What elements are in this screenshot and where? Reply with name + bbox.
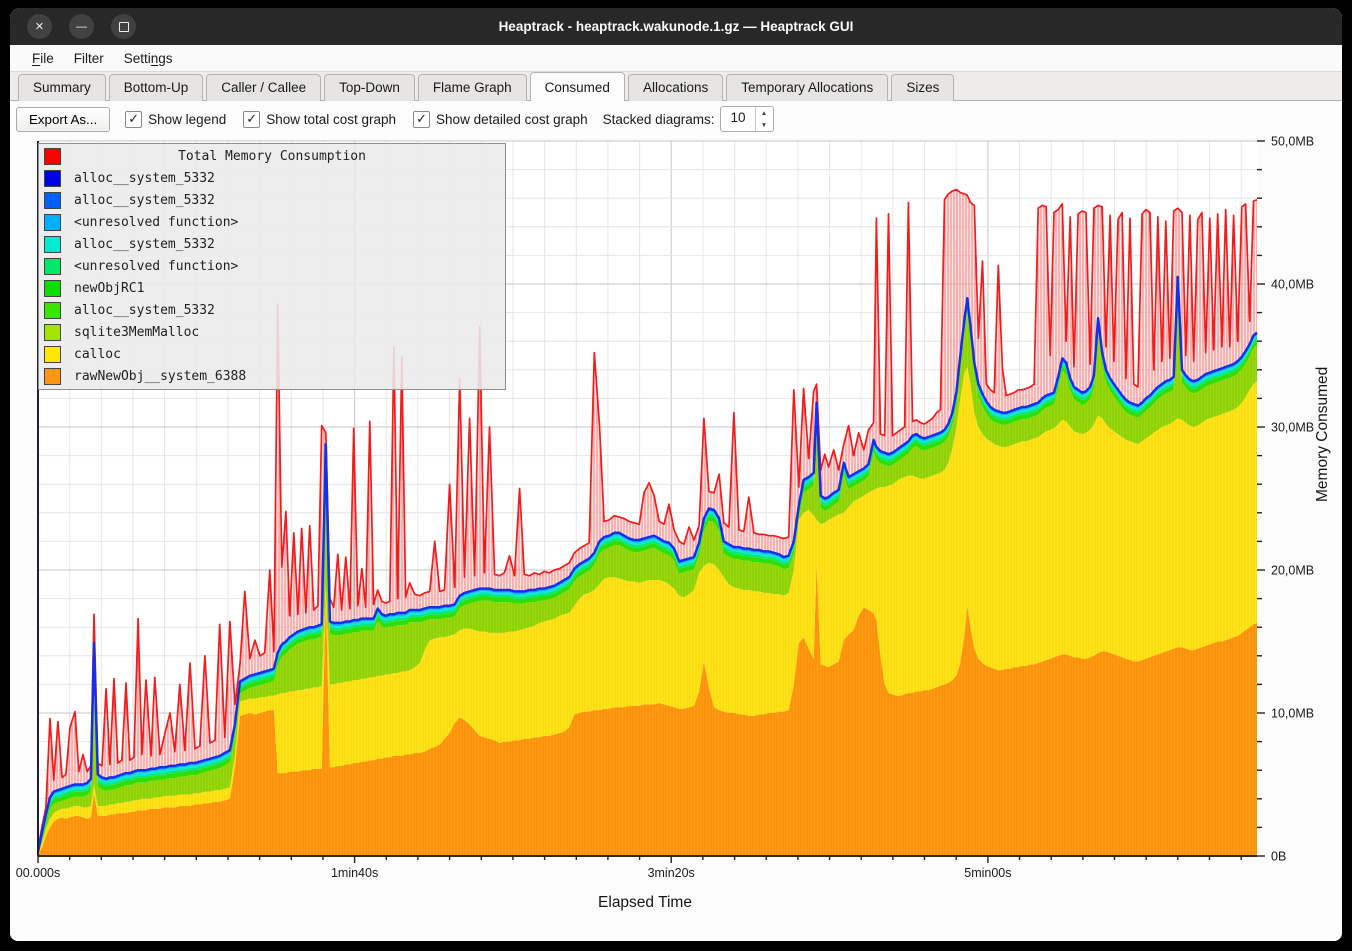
maximize-icon: [119, 22, 129, 32]
checkbox-label: Show legend: [148, 112, 226, 127]
checkbox-group: ✓ Show legend ✓ Show total cost graph ✓ Show …: [125, 111, 588, 128]
legend-item: alloc__system_5332: [39, 235, 505, 255]
toolbar: Export As... ✓ Show legend ✓ Show total cos…: [10, 101, 1342, 137]
legend-item: alloc__system_5332: [39, 169, 505, 189]
svg-text:0B: 0B: [1271, 850, 1286, 864]
tab-temporary-allocations[interactable]: Temporary Allocations: [726, 74, 888, 101]
menu-file[interactable]: File: [22, 48, 64, 69]
svg-text:5min00s: 5min00s: [964, 866, 1011, 880]
tab-top-down[interactable]: Top-Down: [324, 74, 415, 101]
close-button[interactable]: ✕: [27, 14, 52, 39]
stacked-diagrams-control: Stacked diagrams: 10 ▲ ▼: [603, 106, 774, 132]
checkbox-show-total-cost-graph[interactable]: ✓ Show total cost graph: [243, 111, 396, 128]
checkbox-label: Show total cost graph: [266, 112, 396, 127]
svg-text:40,0MB: 40,0MB: [1271, 278, 1314, 292]
minimize-icon: —: [76, 21, 87, 33]
legend-swatch: [44, 368, 61, 385]
export-as-button[interactable]: Export As...: [16, 107, 110, 132]
legend-label: alloc__system_5332: [74, 171, 215, 186]
tab-allocations[interactable]: Allocations: [628, 74, 723, 101]
menu-bar: FileFilterSettings: [10, 45, 1342, 71]
legend-swatch: [44, 214, 61, 231]
chart-area: 00.000s 1min40s 3min20s 5min00s 0B 10,0MB 20,0…: [10, 137, 1342, 941]
legend-item: newObjRC1: [39, 278, 505, 298]
legend-swatch: [44, 324, 61, 341]
legend-item: <unresolved function>: [39, 256, 505, 276]
legend-item: rawNewObj__system_6388: [39, 366, 505, 386]
legend-swatch: [44, 302, 61, 319]
legend-title-row: Total Memory Consumption: [39, 147, 505, 167]
svg-text:3min20s: 3min20s: [648, 866, 695, 880]
legend-label: alloc__system_5332: [74, 237, 215, 252]
legend-item: alloc__system_5332: [39, 300, 505, 320]
legend-item: alloc__system_5332: [39, 191, 505, 211]
legend-label: alloc__system_5332: [74, 193, 215, 208]
tab-consumed[interactable]: Consumed: [530, 72, 625, 101]
legend-swatch: [44, 170, 61, 187]
svg-text:00.000s: 00.000s: [16, 866, 60, 880]
menu-settings[interactable]: Settings: [114, 48, 183, 69]
checkbox-label: Show detailed cost graph: [436, 112, 588, 127]
legend-swatch: [44, 280, 61, 297]
svg-text:10,0MB: 10,0MB: [1271, 707, 1314, 721]
svg-text:20,0MB: 20,0MB: [1271, 564, 1314, 578]
legend-swatch: [44, 236, 61, 253]
tab-bar: SummaryBottom-UpCaller / CalleeTop-DownF…: [10, 71, 1342, 101]
title-bar: ✕ — Heaptrack - heaptrack.wakunode.1.gz …: [10, 8, 1342, 45]
tab-caller-callee[interactable]: Caller / Callee: [206, 74, 321, 101]
spin-down-icon[interactable]: ▼: [756, 119, 773, 131]
legend-label: calloc: [74, 347, 121, 362]
legend-swatch-total: [44, 148, 61, 165]
legend-label: <unresolved function>: [74, 259, 238, 274]
legend-item: <unresolved function>: [39, 213, 505, 233]
tab-bottom-up[interactable]: Bottom-Up: [109, 74, 204, 101]
minimize-button[interactable]: —: [69, 14, 94, 39]
app-window: ✕ — Heaptrack - heaptrack.wakunode.1.gz …: [10, 8, 1342, 941]
legend-swatch: [44, 346, 61, 363]
legend-label: <unresolved function>: [74, 215, 238, 230]
checkbox-box[interactable]: ✓: [125, 111, 142, 128]
checkbox-box[interactable]: ✓: [243, 111, 260, 128]
legend-swatch: [44, 258, 61, 275]
checkbox-show-detailed-cost-graph[interactable]: ✓ Show detailed cost graph: [413, 111, 588, 128]
legend-label: alloc__system_5332: [74, 303, 215, 318]
legend-item: calloc: [39, 344, 505, 364]
window-title: Heaptrack - heaptrack.wakunode.1.gz — He…: [10, 19, 1342, 34]
checkbox-box[interactable]: ✓: [413, 111, 430, 128]
legend-title: Total Memory Consumption: [61, 149, 483, 164]
legend-label: rawNewObj__system_6388: [74, 369, 246, 384]
maximize-button[interactable]: [111, 14, 136, 39]
checkbox-show-legend[interactable]: ✓ Show legend: [125, 111, 226, 128]
tab-summary[interactable]: Summary: [18, 74, 106, 101]
svg-text:50,0MB: 50,0MB: [1271, 135, 1314, 149]
close-icon: ✕: [35, 20, 44, 33]
spin-up-icon[interactable]: ▲: [756, 107, 773, 119]
y-axis-title: Memory Consumed: [1314, 367, 1332, 502]
legend-item: sqlite3MemMalloc: [39, 322, 505, 342]
x-axis-title: Elapsed Time: [10, 894, 1280, 912]
legend-label: sqlite3MemMalloc: [74, 325, 199, 340]
stacked-diagrams-spinbox[interactable]: 10 ▲ ▼: [720, 106, 773, 132]
stacked-diagrams-value: 10: [721, 107, 754, 131]
spinbox-arrows: ▲ ▼: [755, 107, 773, 131]
svg-text:30,0MB: 30,0MB: [1271, 421, 1314, 435]
menu-filter[interactable]: Filter: [64, 48, 114, 69]
stacked-diagrams-label: Stacked diagrams:: [603, 112, 715, 127]
svg-text:1min40s: 1min40s: [331, 866, 378, 880]
legend-swatch: [44, 192, 61, 209]
tab-flame-graph[interactable]: Flame Graph: [418, 74, 527, 101]
legend-label: newObjRC1: [74, 281, 144, 296]
tab-sizes[interactable]: Sizes: [891, 74, 954, 101]
chart-legend: Total Memory Consumption alloc__system_53…: [38, 143, 506, 390]
